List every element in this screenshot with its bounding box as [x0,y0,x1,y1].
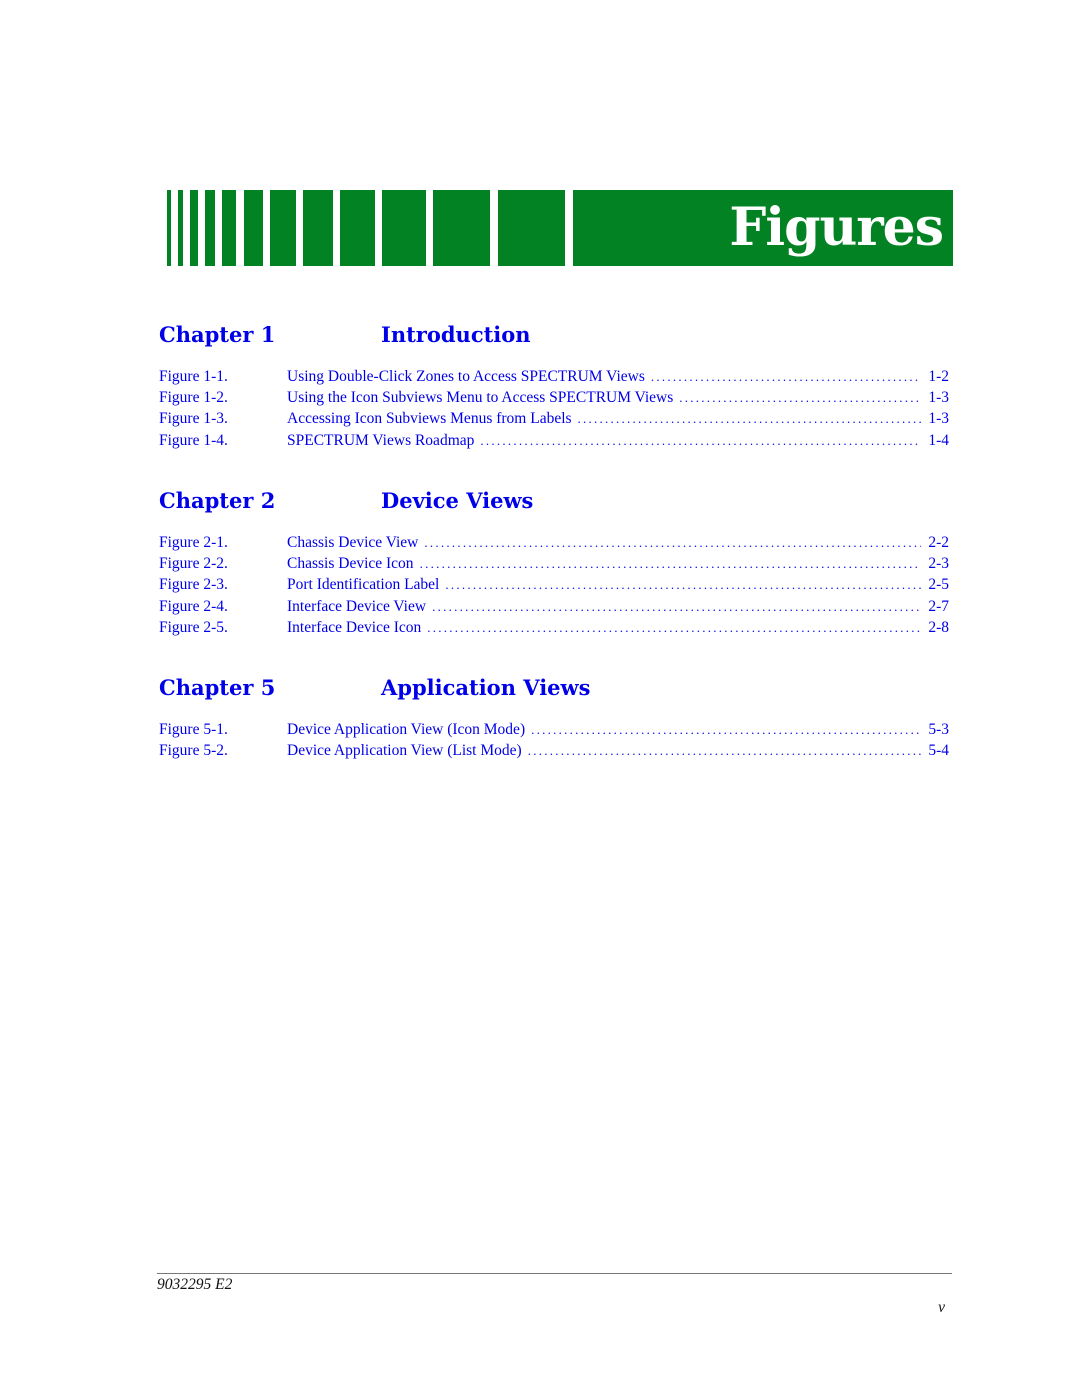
dot-leader [531,722,921,738]
chapter-heading: Chapter 5 Application Views [159,675,949,705]
figure-list: Figure 1-1. Using Double-Click Zones to … [159,368,949,453]
document-id: 9032295 E2 [157,1276,233,1293]
chapter-label: Chapter 5 [159,675,276,700]
page-title: Figures [729,197,944,258]
page-reference[interactable]: 2-8 [921,619,949,637]
figure-title[interactable]: Using Double-Click Zones to Access SPECT… [287,368,651,386]
page-number: v [938,1299,945,1316]
figure-title[interactable]: Device Application View (Icon Mode) [287,721,531,739]
dot-leader [420,556,921,572]
figure-title[interactable]: Chassis Device View [287,534,424,552]
banner-stripe [167,190,171,266]
figure-number: Figure 1-1. [159,368,228,385]
page-reference[interactable]: 5-3 [921,721,949,739]
page-reference[interactable]: 1-3 [921,389,949,407]
page-reference[interactable]: 5-4 [921,742,949,760]
figure-number: Figure 2-2. [159,555,228,573]
figure-list: Figure 2-1. Chassis Device View 2-2 Figu… [159,534,949,640]
banner-stripe [382,190,426,266]
page-reference[interactable]: 1-3 [921,410,949,428]
dot-leader [427,620,921,636]
figure-title[interactable]: Chassis Device Icon [287,555,420,573]
banner-title-block: Figures [573,190,953,266]
figure-title[interactable]: Device Application View (List Mode) [287,742,528,760]
figure-number: Figure 1-3. [159,410,228,428]
banner-stripe [433,190,490,266]
page-reference[interactable]: 2-5 [921,576,949,594]
figure-entry[interactable]: Figure 2-5. Interface Device Icon 2-8 [159,619,949,640]
banner-stripe [222,190,236,266]
chapter-title: Introduction [381,322,531,347]
banner-stripe [498,190,565,266]
figure-number: Figure 2-1. [159,534,228,551]
page-reference[interactable]: 2-2 [921,534,949,552]
dot-leader [445,577,921,593]
chapter-section: Chapter 2 Device Views Figure 2-1. Chass… [159,488,949,640]
footer-divider [157,1273,952,1274]
banner-stripe [178,190,183,266]
banner-stripe [205,190,215,266]
dot-leader [432,599,921,615]
figure-number: Figure 1-4. [159,431,228,449]
dot-leader [424,535,921,551]
figure-number: Figure 2-5. [159,618,228,636]
figure-entry[interactable]: Figure 1-4. SPECTRUM Views Roadmap 1-4 [159,432,949,453]
figure-title[interactable]: SPECTRUM Views Roadmap [287,432,480,450]
banner-stripe [244,190,263,266]
figure-list: Figure 5-1. Device Application View (Ico… [159,721,949,763]
chapter-title: Application Views [381,675,591,700]
figure-title[interactable]: Interface Device View [287,598,432,616]
dot-leader [679,390,921,406]
figure-number: Figure 5-2. [159,742,228,760]
chapter-heading: Chapter 2 Device Views [159,488,949,518]
dot-leader [578,411,921,427]
figure-entry[interactable]: Figure 2-2. Chassis Device Icon 2-3 [159,555,949,576]
banner-stripe [303,190,333,266]
figure-number: Figure 5-1. [159,721,228,738]
figure-entry[interactable]: Figure 2-3. Port Identification Label 2-… [159,576,949,597]
chapter-section: Chapter 5 Application Views Figure 5-1. … [159,675,949,763]
chapter-section: Chapter 1 Introduction Figure 1-1. Using… [159,322,949,453]
figure-entry[interactable]: Figure 5-2. Device Application View (Lis… [159,742,949,763]
page-reference[interactable]: 1-4 [921,432,949,450]
figure-entry[interactable]: Figure 1-3. Accessing Icon Subviews Menu… [159,410,949,431]
banner-stripe [190,190,198,266]
dot-leader [480,433,921,449]
figure-entry[interactable]: Figure 2-1. Chassis Device View 2-2 [159,534,949,555]
banner-stripe [340,190,375,266]
figure-entry[interactable]: Figure 1-1. Using Double-Click Zones to … [159,368,949,389]
figure-entry[interactable]: Figure 2-4. Interface Device View 2-7 [159,598,949,619]
figure-number: Figure 2-4. [159,597,228,615]
figure-number: Figure 2-3. [159,576,228,594]
page-reference[interactable]: 1-2 [921,368,949,386]
figure-entry[interactable]: Figure 5-1. Device Application View (Ico… [159,721,949,742]
figure-entry[interactable]: Figure 1-2. Using the Icon Subviews Menu… [159,389,949,410]
figure-title[interactable]: Using the Icon Subviews Menu to Access S… [287,389,679,407]
figure-title[interactable]: Interface Device Icon [287,619,427,637]
page-reference[interactable]: 2-7 [921,598,949,616]
page-reference[interactable]: 2-3 [921,555,949,573]
chapter-label: Chapter 2 [159,488,276,513]
chapter-label: Chapter 1 [159,322,276,347]
dot-leader [651,369,921,385]
figure-number: Figure 1-2. [159,389,228,407]
chapter-title: Device Views [381,488,534,513]
dot-leader [528,743,921,759]
figure-title[interactable]: Port Identification Label [287,576,445,594]
banner-stripe [270,190,296,266]
figures-banner: Figures [0,190,1080,266]
figure-title[interactable]: Accessing Icon Subviews Menus from Label… [287,410,578,428]
chapter-heading: Chapter 1 Introduction [159,322,949,352]
